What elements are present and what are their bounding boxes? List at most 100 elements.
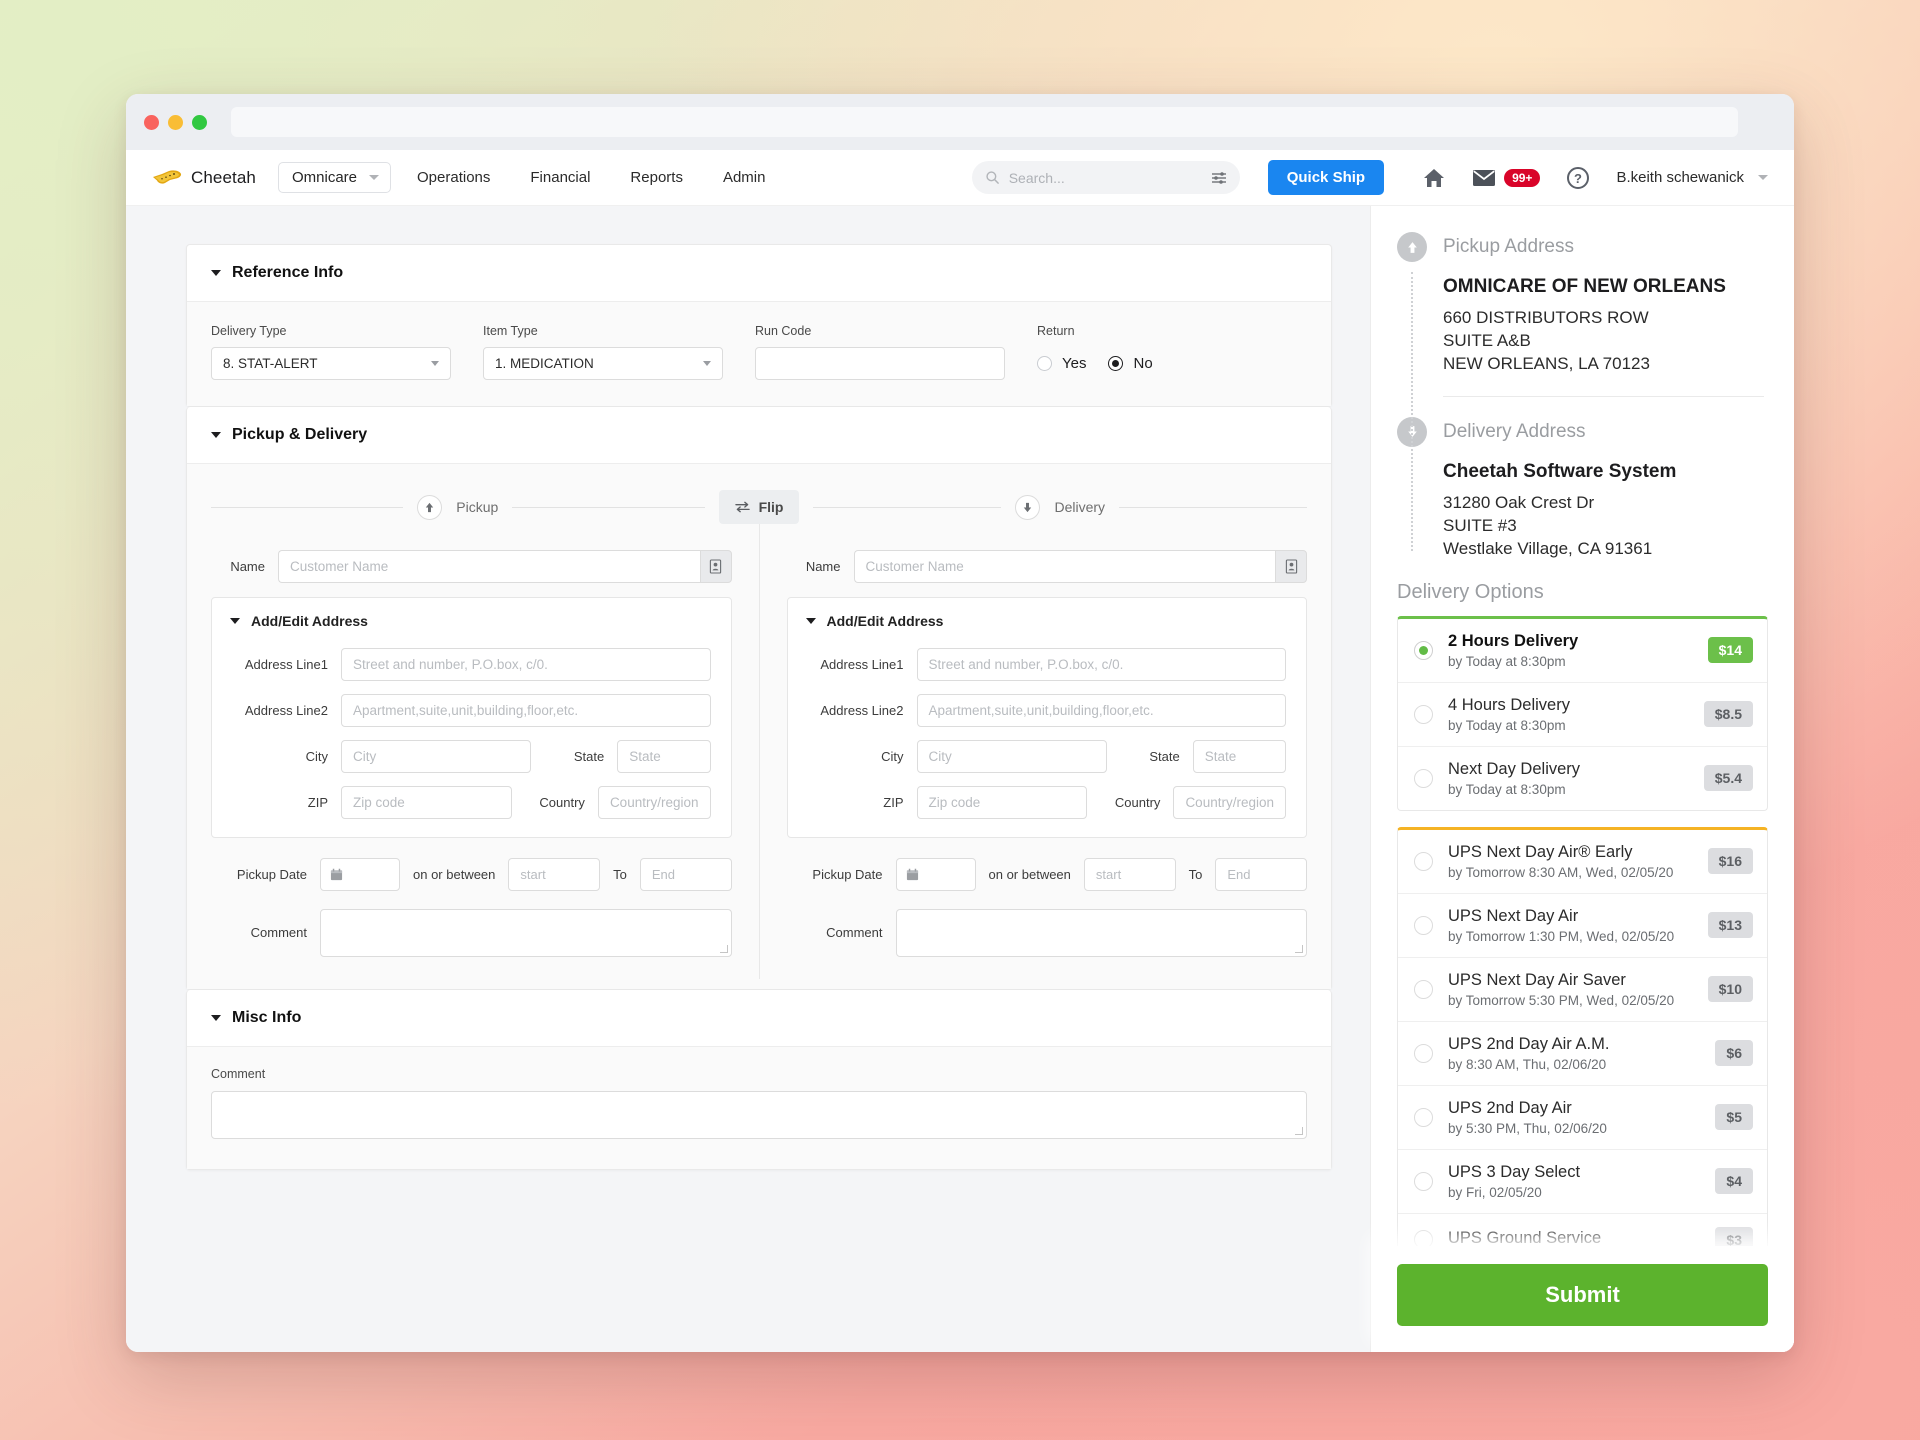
delivery-option-price: $16 (1707, 848, 1753, 875)
pickup-city-input[interactable]: City (341, 740, 532, 773)
delivery-options-list[interactable]: 2 Hours Delivery by Today at 8:30pm $14 4 H… (1371, 615, 1794, 1246)
pickup-address-header[interactable]: Add/Edit Address (212, 598, 731, 644)
misc-info-header[interactable]: Misc Info (187, 990, 1331, 1047)
pickup-line2-label: Address Line2 (244, 703, 328, 718)
delivery-address-header[interactable]: Add/Edit Address (788, 598, 1307, 644)
delivery-option-row[interactable]: UPS Next Day Air® Early by Tomorrow 8:30 … (1398, 830, 1767, 894)
calendar-icon (906, 868, 918, 881)
delivery-option-text: UPS Next Day Air® Early by Tomorrow 8:30 … (1448, 843, 1693, 880)
delivery-option-row[interactable]: UPS 2nd Day Air by 5:30 PM, Thu, 02/06/20… (1398, 1086, 1767, 1150)
radio-dot[interactable] (1414, 704, 1433, 724)
radio-dot[interactable] (1414, 1043, 1433, 1063)
radio-dot[interactable] (1414, 1171, 1433, 1191)
delivery-option-name: 4 Hours Delivery (1448, 695, 1570, 714)
flip-button[interactable]: Flip (718, 490, 800, 524)
radio-dot[interactable] (1414, 851, 1433, 871)
pickup-end-time-input[interactable]: End (639, 858, 732, 891)
delivery-address-summary-title: Delivery Address (1443, 420, 1586, 442)
pickup-line2-row: Address Line2 Apartment,suite,unit,build… (232, 694, 711, 727)
pickup-country-input[interactable]: Country/region (597, 786, 711, 819)
delivery-line2-input[interactable]: Apartment,suite,unit,building,floor,etc. (916, 694, 1286, 727)
delivery-name-label: Name (805, 559, 841, 574)
pickup-name-input[interactable]: Customer Name (278, 550, 700, 583)
filter-icon[interactable] (1211, 170, 1227, 186)
delivery-option-row[interactable]: Next Day Delivery by Today at 8:30pm $5.4 (1398, 747, 1767, 810)
delivery-option-row[interactable]: UPS Ground Service $3 (1398, 1214, 1767, 1246)
maximize-window-button[interactable] (192, 114, 207, 130)
delivery-option-row[interactable]: 2 Hours Delivery by Today at 8:30pm $14 (1398, 619, 1767, 683)
pickup-line2-input[interactable]: Apartment,suite,unit,building,floor,etc. (341, 694, 711, 727)
nav-item-reports[interactable]: Reports (630, 169, 683, 186)
nav-item-financial[interactable]: Financial (530, 169, 590, 186)
delivery-start-time-input[interactable]: start (1083, 858, 1176, 891)
pickup-start-time-input[interactable]: start (508, 858, 601, 891)
delivery-address-summary-header: Delivery Address (1397, 416, 1764, 447)
nav-item-operations[interactable]: Operations (417, 169, 490, 186)
return-no-radio[interactable]: No (1108, 355, 1153, 372)
item-type-select[interactable]: 1. MEDICATION (483, 347, 723, 380)
chevron-down-icon (431, 361, 439, 366)
delivery-date-input[interactable] (895, 858, 976, 891)
help-button[interactable]: ? (1566, 166, 1590, 190)
delivery-country-input[interactable]: Country/region (1173, 786, 1286, 819)
pickup-contact-book-button[interactable] (699, 550, 732, 583)
delivery-comment-textarea[interactable] (895, 909, 1307, 957)
pickup-zip-input[interactable]: Zip code (341, 786, 512, 819)
delivery-zip-input[interactable]: Zip code (916, 786, 1088, 819)
delivery-type-select[interactable]: 8. STAT-ALERT (211, 347, 451, 380)
reference-fields: Delivery Type 8. STAT-ALERT Item Type 1.… (211, 324, 1307, 380)
submit-button[interactable]: Submit (1397, 1264, 1768, 1326)
pickup-delivery-columns: Name Customer Name Add/Edit Address Addr… (211, 524, 1308, 979)
quick-ship-button[interactable]: Quick Ship (1267, 160, 1385, 195)
nav-item-admin[interactable]: Admin (723, 169, 766, 186)
collapse-triangle-icon[interactable] (211, 1015, 221, 1021)
close-window-button[interactable] (144, 114, 159, 130)
pickup-date-input[interactable] (320, 858, 400, 891)
collapse-triangle-icon[interactable] (230, 618, 240, 624)
reference-info-header[interactable]: Reference Info (187, 245, 1331, 302)
delivery-zip-placeholder: Zip code (928, 795, 981, 810)
delivery-option-row[interactable]: UPS 3 Day Select by Fri, 02/05/20 $4 (1398, 1150, 1767, 1214)
brand-logo[interactable]: Cheetah (152, 168, 256, 188)
delivery-state-field: State State (1120, 740, 1286, 773)
return-yes-radio[interactable]: Yes (1037, 355, 1086, 372)
delivery-option-row[interactable]: UPS Next Day Air Saver by Tomorrow 5:30 P… (1398, 958, 1767, 1022)
pickup-state-input[interactable]: State (617, 740, 711, 773)
misc-comment-textarea[interactable] (211, 1091, 1307, 1139)
radio-dot[interactable] (1414, 768, 1433, 788)
run-code-input[interactable] (755, 347, 1005, 380)
delivery-option-row[interactable]: 4 Hours Delivery by Today at 8:30pm $8.5 (1398, 683, 1767, 747)
pickup-comment-textarea[interactable] (320, 909, 732, 957)
collapse-triangle-icon[interactable] (211, 432, 221, 438)
address-bar[interactable] (231, 107, 1738, 137)
search-box[interactable]: Search... (971, 161, 1240, 194)
pickup-line1-input[interactable]: Street and number, P.O.box, c/0. (341, 648, 711, 681)
delivery-country-placeholder: Country/region (1185, 795, 1274, 810)
radio-dot[interactable] (1414, 1230, 1433, 1246)
minimize-window-button[interactable] (168, 114, 183, 130)
delivery-option-row[interactable]: UPS Next Day Air by Tomorrow 1:30 PM, Wed… (1398, 894, 1767, 958)
delivery-option-row[interactable]: UPS 2nd Day Air A.M. by 8:30 AM, Thu, 02/… (1398, 1022, 1767, 1086)
radio-dot[interactable] (1414, 915, 1433, 935)
delivery-line1-label: Address Line1 (820, 657, 904, 672)
delivery-state-input[interactable]: State (1192, 740, 1286, 773)
search-input[interactable]: Search... (1009, 170, 1202, 186)
delivery-city-input[interactable]: City (916, 740, 1107, 773)
delivery-line1-input[interactable]: Street and number, P.O.box, c/0. (916, 648, 1286, 681)
pickup-delivery-header[interactable]: Pickup & Delivery (187, 407, 1331, 464)
collapse-triangle-icon[interactable] (805, 618, 816, 624)
pickup-end-placeholder: End (651, 867, 675, 882)
delivery-name-input[interactable]: Customer Name (853, 550, 1275, 583)
collapse-triangle-icon[interactable] (211, 270, 221, 276)
radio-dot[interactable] (1414, 979, 1433, 999)
delivery-contact-book-button[interactable] (1275, 550, 1307, 583)
delivery-end-time-input[interactable]: End (1215, 858, 1308, 891)
org-selector[interactable]: Omnicare (277, 162, 392, 193)
user-menu[interactable]: B.keith schewanick (1616, 169, 1768, 186)
radio-dot-selected[interactable] (1414, 640, 1433, 660)
radio-dot[interactable] (1414, 1107, 1433, 1127)
home-button[interactable] (1422, 166, 1446, 190)
main-form-area: Reference Info Delivery Type 8. STAT-ALE… (126, 206, 1370, 1352)
messages-button[interactable]: 99+ (1472, 168, 1541, 187)
delivery-state-label: State (1149, 749, 1180, 764)
